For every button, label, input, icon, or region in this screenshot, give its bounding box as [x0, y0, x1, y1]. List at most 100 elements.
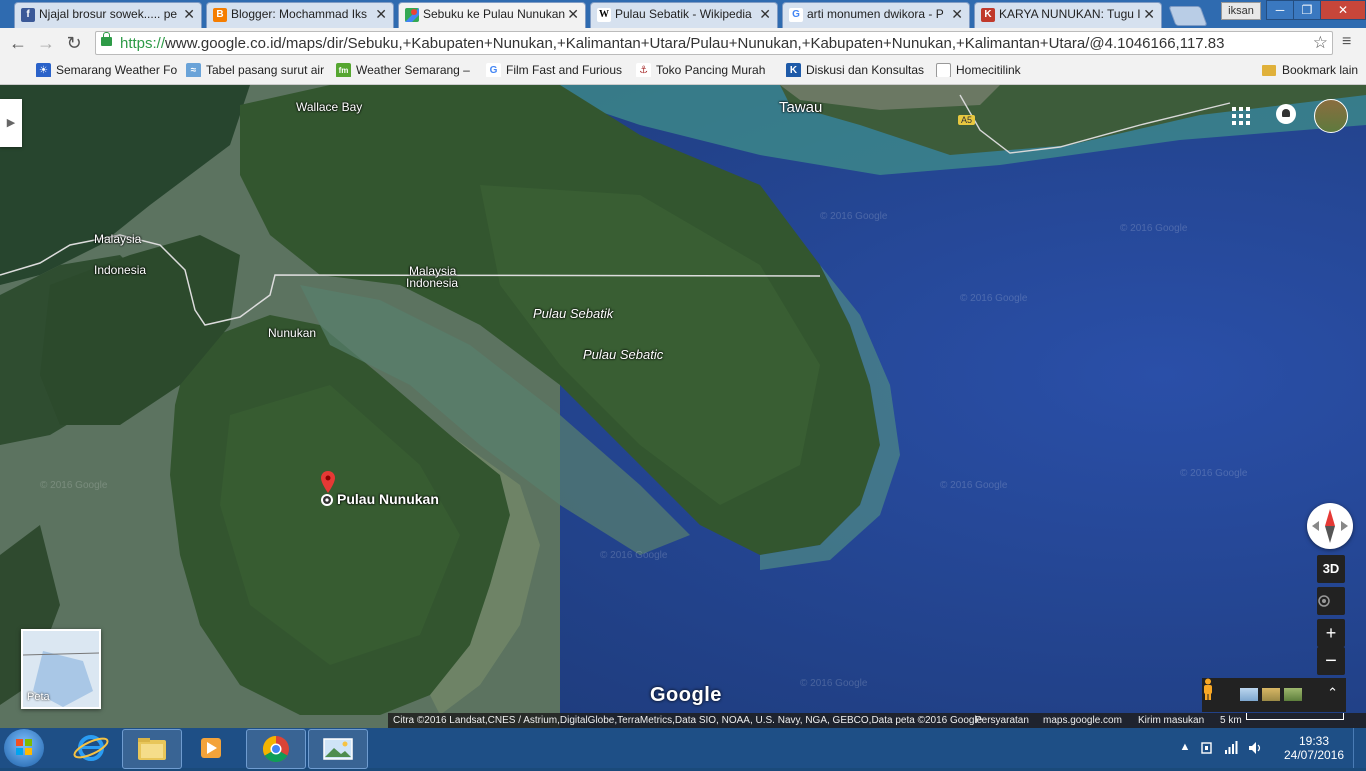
- tab-google-search[interactable]: G arti monumen dwikora - P ✕: [782, 2, 970, 28]
- clock-time: 19:33: [1298, 734, 1330, 748]
- reload-button[interactable]: ↻: [62, 31, 86, 55]
- bookmark-item[interactable]: fm Weather Semarang –: [336, 63, 476, 77]
- close-icon[interactable]: ✕: [759, 6, 771, 23]
- map-label-wallace-bay[interactable]: Wallace Bay: [296, 100, 362, 114]
- close-icon[interactable]: ✕: [375, 6, 387, 23]
- profile-button[interactable]: iksan: [1221, 2, 1261, 20]
- map-type-toggle[interactable]: Peta: [21, 629, 101, 709]
- bookmark-item[interactable]: ≈ Tabel pasang surut air: [186, 63, 326, 77]
- pegman-icon[interactable]: [1202, 678, 1214, 700]
- map-label-malaysia: Malaysia: [94, 232, 142, 246]
- tab-title: arti monumen dwikora - P: [807, 7, 944, 21]
- satellite-map[interactable]: © 2016 Google © 2016 Google © 2016 Googl…: [0, 85, 1366, 728]
- signal-strength-icon[interactable]: [1224, 741, 1238, 755]
- show-desktop-button[interactable]: [1353, 728, 1366, 768]
- my-location-button[interactable]: [1317, 587, 1345, 615]
- scale-label[interactable]: 5 km: [1220, 713, 1242, 728]
- layer-thumbnail-terrain[interactable]: [1262, 688, 1280, 701]
- map-watermark: © 2016 Google: [1120, 223, 1188, 234]
- taskbar-chrome[interactable]: [246, 729, 306, 769]
- zoom-out-button[interactable]: −: [1317, 647, 1345, 675]
- taskbar-file-explorer[interactable]: [122, 729, 182, 769]
- back-button[interactable]: ←: [6, 31, 30, 55]
- close-icon[interactable]: ✕: [951, 6, 963, 23]
- tray-expand-icon[interactable]: ▲: [1178, 741, 1192, 755]
- layer-thumbnail-earth[interactable]: [1284, 688, 1302, 701]
- taskbar-internet-explorer[interactable]: [62, 729, 120, 767]
- avatar[interactable]: [1314, 99, 1348, 133]
- bookmark-item[interactable]: Homecitilink: [936, 63, 1036, 77]
- destination-marker-icon[interactable]: [320, 493, 334, 507]
- minimize-button[interactable]: ─: [1266, 0, 1294, 20]
- map-watermark: © 2016 Google: [1180, 468, 1248, 479]
- lock-icon: [101, 32, 112, 46]
- volume-icon[interactable]: [1248, 741, 1262, 755]
- address-bar[interactable]: https://www.google.co.id/maps/dir/Sebuku…: [95, 31, 1333, 55]
- map-label-pulau-sebatik[interactable]: Pulau Sebatik: [533, 306, 613, 321]
- tab-wikipedia[interactable]: W Pulau Sebatik - Wikipedia ✕: [590, 2, 778, 28]
- close-icon[interactable]: ✕: [567, 6, 579, 23]
- bookmark-other-folder[interactable]: Bookmark lain: [1262, 63, 1362, 77]
- wikipedia-icon: W: [597, 8, 611, 22]
- side-panel-toggle-button[interactable]: ▶: [0, 99, 22, 147]
- expand-icon[interactable]: ⌃: [1327, 685, 1338, 701]
- tab-title: KARYA NUNUKAN: Tugu I: [999, 7, 1141, 21]
- tide-icon: ≈: [186, 63, 201, 77]
- bookmark-item[interactable]: ⚓ Toko Pancing Murah: [636, 63, 776, 77]
- tab-title: Sebuku ke Pulau Nunukan: [423, 7, 566, 21]
- tab-facebook[interactable]: f Njajal brosur sowek..... pe ✕: [14, 2, 202, 28]
- compass-icon: [1312, 509, 1348, 543]
- close-icon[interactable]: ✕: [1143, 6, 1155, 23]
- tab-karya-nunukan[interactable]: K KARYA NUNUKAN: Tugu I ✕: [974, 2, 1162, 28]
- bookmark-star-icon[interactable]: ☆: [1313, 33, 1328, 53]
- tab-blogger[interactable]: B Blogger: Mochammad Iks ✕: [206, 2, 394, 28]
- destination-pin-icon[interactable]: [321, 471, 335, 493]
- compass-button[interactable]: [1307, 503, 1353, 549]
- new-tab-button[interactable]: [1168, 6, 1208, 26]
- map-label-nunukan[interactable]: Nunukan: [268, 326, 316, 340]
- send-feedback-link[interactable]: Kirim masukan: [1138, 713, 1204, 728]
- terms-link[interactable]: Persyaratan: [975, 713, 1029, 728]
- tab-title: Blogger: Mochammad Iks: [231, 7, 368, 21]
- layer-thumbnail-sky[interactable]: [1240, 688, 1258, 701]
- folder-icon: [138, 738, 166, 760]
- page-icon: [936, 63, 951, 77]
- satellite-imagery: [0, 85, 1366, 728]
- notification-bell-icon[interactable]: [1276, 104, 1296, 124]
- bookmark-item[interactable]: G Film Fast and Furious: [486, 63, 626, 77]
- google-icon: G: [789, 8, 803, 22]
- close-icon[interactable]: ✕: [183, 6, 195, 23]
- attribution-text: Citra ©2016 Landsat,CNES / Astrium,Digit…: [393, 715, 983, 726]
- url-text[interactable]: https://www.google.co.id/maps/dir/Sebuku…: [120, 35, 1310, 52]
- map-label-pulau-nunukan[interactable]: Pulau Nunukan: [337, 491, 439, 507]
- restore-button[interactable]: ❐: [1293, 0, 1321, 20]
- google-icon: G: [486, 63, 501, 77]
- map-watermark: © 2016 Google: [600, 550, 668, 561]
- tab-google-maps[interactable]: Sebuku ke Pulau Nunukan ✕: [398, 2, 586, 28]
- map-label-tawau[interactable]: Tawau: [779, 99, 822, 116]
- media-player-icon: [201, 738, 221, 758]
- fm-icon: fm: [336, 63, 351, 77]
- apps-grid-icon[interactable]: [1232, 107, 1250, 125]
- bookmark-item[interactable]: K Diskusi dan Konsultas: [786, 63, 926, 77]
- system-clock[interactable]: 19:33 24/07/2016: [1283, 734, 1345, 762]
- windows-taskbar: ▲ 19:33 24/07/2016: [0, 728, 1366, 769]
- taskbar-photo-viewer[interactable]: [308, 729, 368, 769]
- zoom-in-button[interactable]: +: [1317, 619, 1345, 647]
- tray-device-icon[interactable]: [1200, 741, 1214, 755]
- maps-site-link[interactable]: maps.google.com: [1043, 713, 1122, 728]
- start-button[interactable]: [4, 729, 44, 767]
- map-label-indonesia: Indonesia: [406, 276, 459, 290]
- bookmark-item[interactable]: ☀ Semarang Weather Fo: [36, 63, 182, 77]
- google-maps-icon: [405, 8, 419, 22]
- map-label-pulau-sebatic[interactable]: Pulau Sebatic: [583, 347, 663, 362]
- forward-button[interactable]: →: [34, 31, 58, 55]
- clock-date: 24/07/2016: [1283, 748, 1345, 762]
- map-attribution-bar: Citra ©2016 Landsat,CNES / Astrium,Digit…: [388, 713, 1366, 728]
- menu-icon[interactable]: ≡: [1342, 33, 1351, 51]
- map-watermark: © 2016 Google: [960, 293, 1028, 304]
- taskbar-media-player[interactable]: [182, 729, 240, 767]
- internet-explorer-icon: [73, 735, 109, 761]
- 3d-toggle-button[interactable]: 3D: [1317, 555, 1345, 583]
- close-window-button[interactable]: ✕: [1320, 0, 1366, 20]
